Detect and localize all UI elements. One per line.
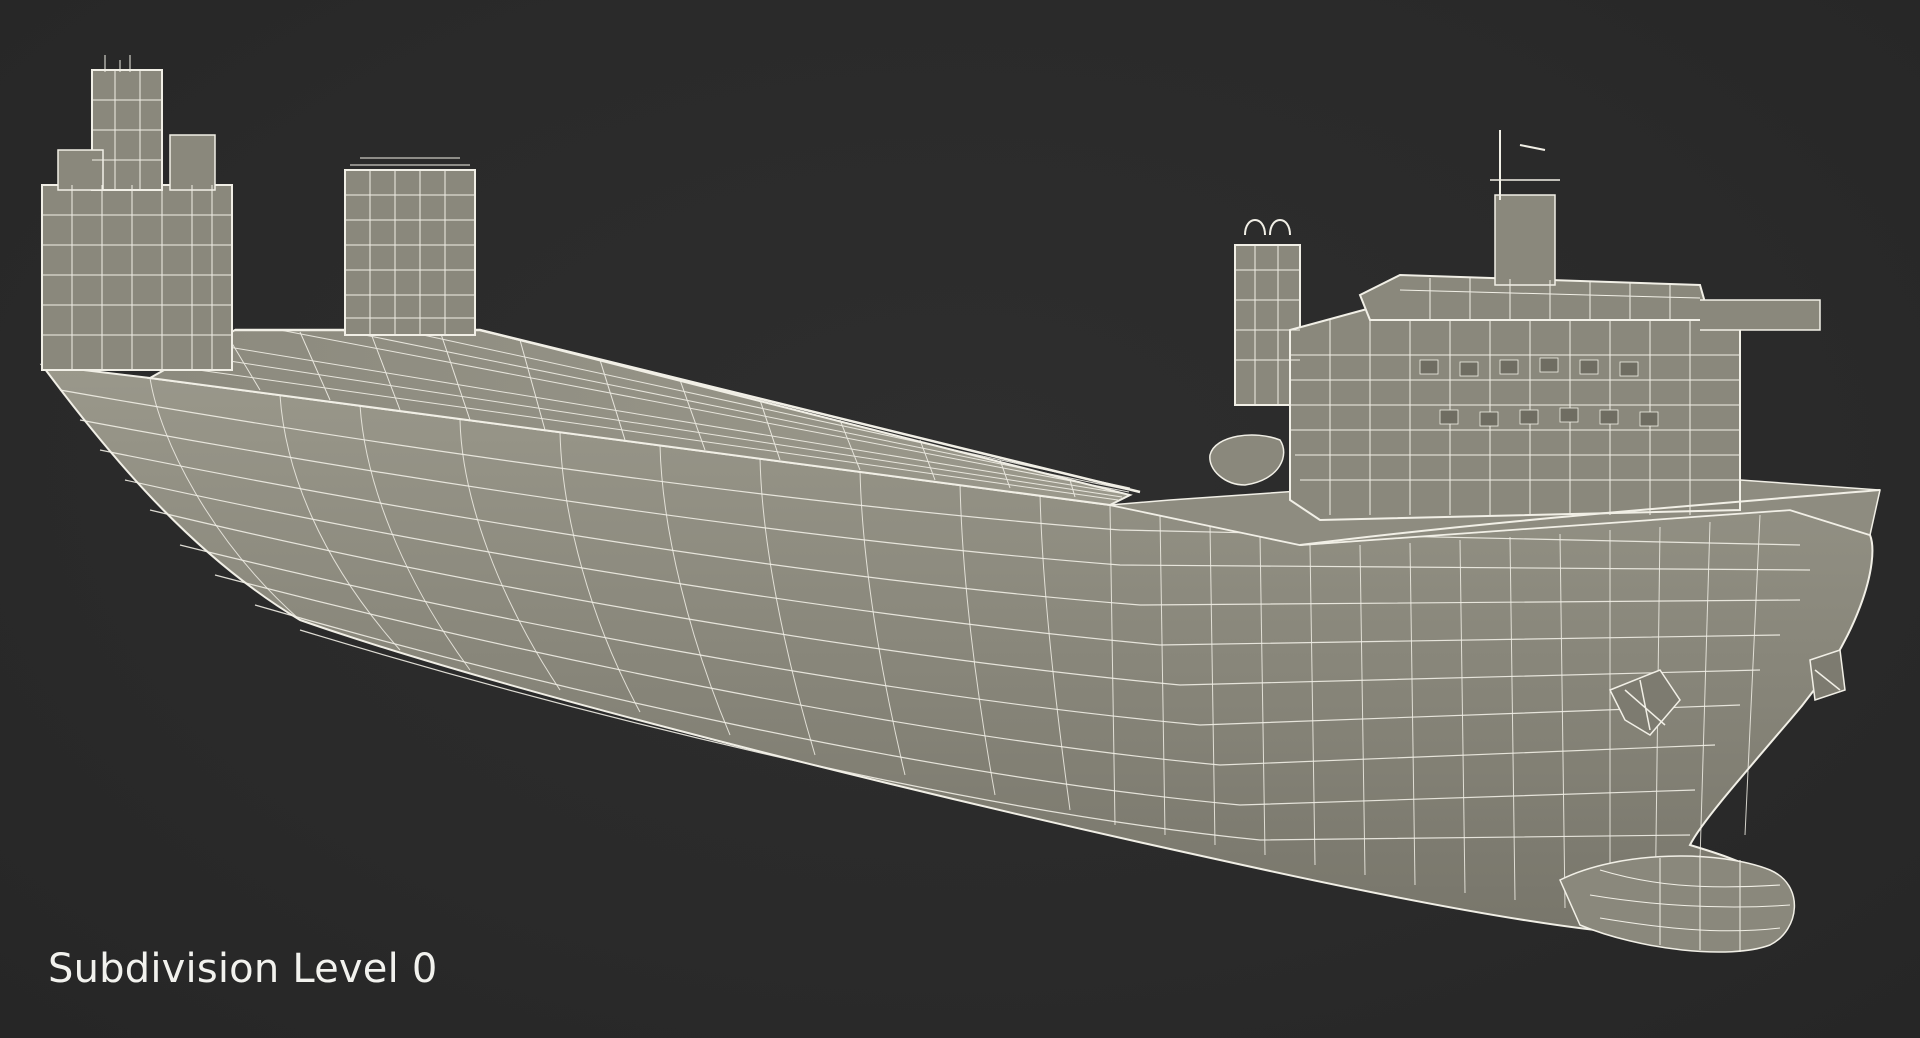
aft-tower-left xyxy=(41,55,233,371)
bulbous-bow xyxy=(1559,855,1796,953)
subdivision-level-caption: Subdivision Level 0 xyxy=(48,946,438,992)
forward-superstructure xyxy=(1209,130,1821,522)
ship-wireframe-render xyxy=(39,55,1881,953)
aft-tower-right xyxy=(344,157,476,336)
anchor-starboard xyxy=(1809,648,1846,702)
render-viewport: Subdivision Level 0 xyxy=(0,0,1920,1038)
